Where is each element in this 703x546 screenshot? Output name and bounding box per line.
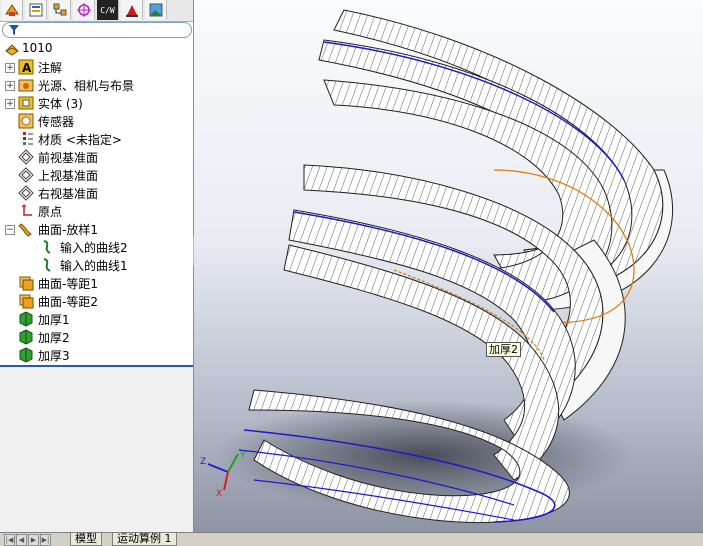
- prev-tab-button[interactable]: ◀: [16, 534, 27, 546]
- selection-tooltip-label: 加厚2: [489, 343, 518, 356]
- z-axis-line: [207, 463, 229, 473]
- appearance-button[interactable]: [145, 0, 167, 20]
- x-axis-line: [223, 471, 229, 491]
- tree-item-label: 输入的曲线1: [60, 259, 128, 273]
- tree-item-label: 曲面-等距1: [38, 277, 98, 291]
- tree-item[interactable]: + 光源、相机与布景: [0, 76, 193, 94]
- expand-toggle[interactable]: +: [5, 81, 15, 91]
- collapse-toggle[interactable]: −: [5, 225, 15, 235]
- solid-bodies-icon: [18, 96, 34, 110]
- selection-tooltip: 加厚2: [486, 342, 521, 357]
- filter-icon: [9, 25, 19, 35]
- surface-offset-icon: [19, 276, 34, 291]
- tree-item[interactable]: − 曲面-放样1: [0, 220, 193, 238]
- display-manager-button[interactable]: [121, 0, 143, 20]
- tree-item[interactable]: 加厚2: [0, 328, 193, 346]
- surface-loft-icon: [18, 223, 32, 237]
- configuration-manager-icon: [53, 3, 66, 16]
- tree-item[interactable]: 右视基准面: [0, 184, 193, 202]
- tree-item-label: 输入的曲线2: [60, 241, 128, 255]
- helical-thicken-model[interactable]: [194, 0, 703, 532]
- tab-model[interactable]: 模型: [70, 533, 102, 546]
- appearance-icon: [149, 3, 162, 17]
- material-icon: [23, 132, 33, 145]
- tree-item-label: 加厚2: [38, 331, 70, 345]
- tree-item[interactable]: 上视基准面: [0, 166, 193, 184]
- display-manager-icon: [125, 5, 138, 17]
- thicken-icon: [19, 329, 33, 345]
- tree-item[interactable]: 材质 <未指定>: [0, 130, 193, 148]
- tree-item[interactable]: 曲面-等距1: [0, 274, 193, 292]
- tree-root-label: 1010: [22, 41, 53, 55]
- lower-panel: [0, 367, 193, 532]
- svg-text:A: A: [22, 61, 32, 75]
- tree-item[interactable]: + 实体 (3): [0, 94, 193, 112]
- tree-item-label: 加厚3: [38, 349, 70, 363]
- plane-icon: [18, 167, 34, 183]
- tree-item[interactable]: + A 注解: [0, 58, 193, 76]
- tree-root[interactable]: 1010: [0, 40, 193, 58]
- tree-item[interactable]: 输入的曲线2: [0, 238, 193, 256]
- part-icon: [5, 44, 19, 56]
- tree-item-label: 材质 <未指定>: [38, 133, 122, 147]
- tree-item-label: 原点: [38, 205, 63, 219]
- curve-icon: [43, 258, 51, 272]
- curve-icon: [43, 240, 51, 254]
- plane-icon: [18, 185, 34, 201]
- tree-item-label: 加厚1: [38, 313, 70, 327]
- property-manager-button[interactable]: [25, 0, 47, 20]
- graphics-viewport[interactable]: 加厚2 Z Y X: [194, 0, 703, 532]
- next-tab-button[interactable]: ▶: [28, 534, 39, 546]
- tree-item[interactable]: 原点: [0, 202, 193, 220]
- y-axis-label: Y: [239, 451, 246, 461]
- tree-item-label: 实体 (3): [38, 97, 83, 111]
- tree-item[interactable]: 传感器: [0, 112, 193, 130]
- lights-cameras-icon: [18, 79, 34, 92]
- tree-item[interactable]: 前视基准面: [0, 148, 193, 166]
- last-tab-button[interactable]: ▶|: [40, 534, 51, 546]
- x-axis-label: X: [216, 489, 222, 499]
- tree-item-label: 注解: [38, 61, 63, 75]
- tree-item-label: 光源、相机与布景: [38, 79, 135, 93]
- origin-icon: [21, 204, 32, 216]
- expand-toggle[interactable]: +: [5, 63, 15, 73]
- configuration-manager-button[interactable]: [49, 0, 71, 20]
- tree-item-label: 右视基准面: [38, 187, 99, 201]
- thicken-icon: [19, 311, 33, 327]
- expand-toggle[interactable]: +: [5, 99, 15, 109]
- tree-filter-input[interactable]: [2, 22, 192, 38]
- tree-item-label: 曲面-等距2: [38, 295, 98, 309]
- bottom-tab-bar: |◀ ◀ ▶ ▶| 模型 运动算例 1: [0, 532, 703, 546]
- dimxpert-icon: [76, 3, 91, 17]
- axis-triad: Z Y X: [200, 451, 246, 499]
- annotation-icon: A: [18, 59, 34, 75]
- thicken-icon: [19, 347, 33, 363]
- tree-item-label: 前视基准面: [38, 151, 99, 165]
- tree-item[interactable]: 加厚1: [0, 310, 193, 328]
- sensor-icon: [18, 113, 34, 129]
- tree-item-label: 传感器: [38, 115, 75, 129]
- z-axis-label: Z: [200, 457, 206, 467]
- tree-item[interactable]: 加厚3: [0, 346, 193, 364]
- y-axis-line: [227, 453, 239, 473]
- manager-toolbar: C/W: [0, 0, 193, 22]
- property-manager-icon: [29, 3, 42, 17]
- dimxpert-button[interactable]: [73, 0, 95, 20]
- tree-item[interactable]: 曲面-等距2: [0, 292, 193, 310]
- feature-manager-panel: C/W 1010 + A 注解 + 光源、相机与布景 + 实体 (3) 传感器材质 <未指定>…: [0, 0, 194, 532]
- cam-icon: C/W: [100, 5, 115, 15]
- feature-manager-icon: [4, 4, 19, 16]
- tree-item-label: 曲面-放样1: [38, 223, 98, 237]
- feature-manager-button[interactable]: [1, 0, 23, 20]
- plane-icon: [18, 149, 34, 165]
- first-tab-button[interactable]: |◀: [4, 534, 15, 546]
- feature-tree: 1010 + A 注解 + 光源、相机与布景 + 实体 (3) 传感器材质 <未指定> 前视基准…: [0, 40, 193, 364]
- tab-motion-study[interactable]: 运动算例 1: [112, 533, 177, 546]
- cam-button[interactable]: C/W: [97, 0, 119, 20]
- surface-offset-icon: [19, 294, 34, 309]
- tree-item[interactable]: 输入的曲线1: [0, 256, 193, 274]
- tree-item-label: 上视基准面: [38, 169, 99, 183]
